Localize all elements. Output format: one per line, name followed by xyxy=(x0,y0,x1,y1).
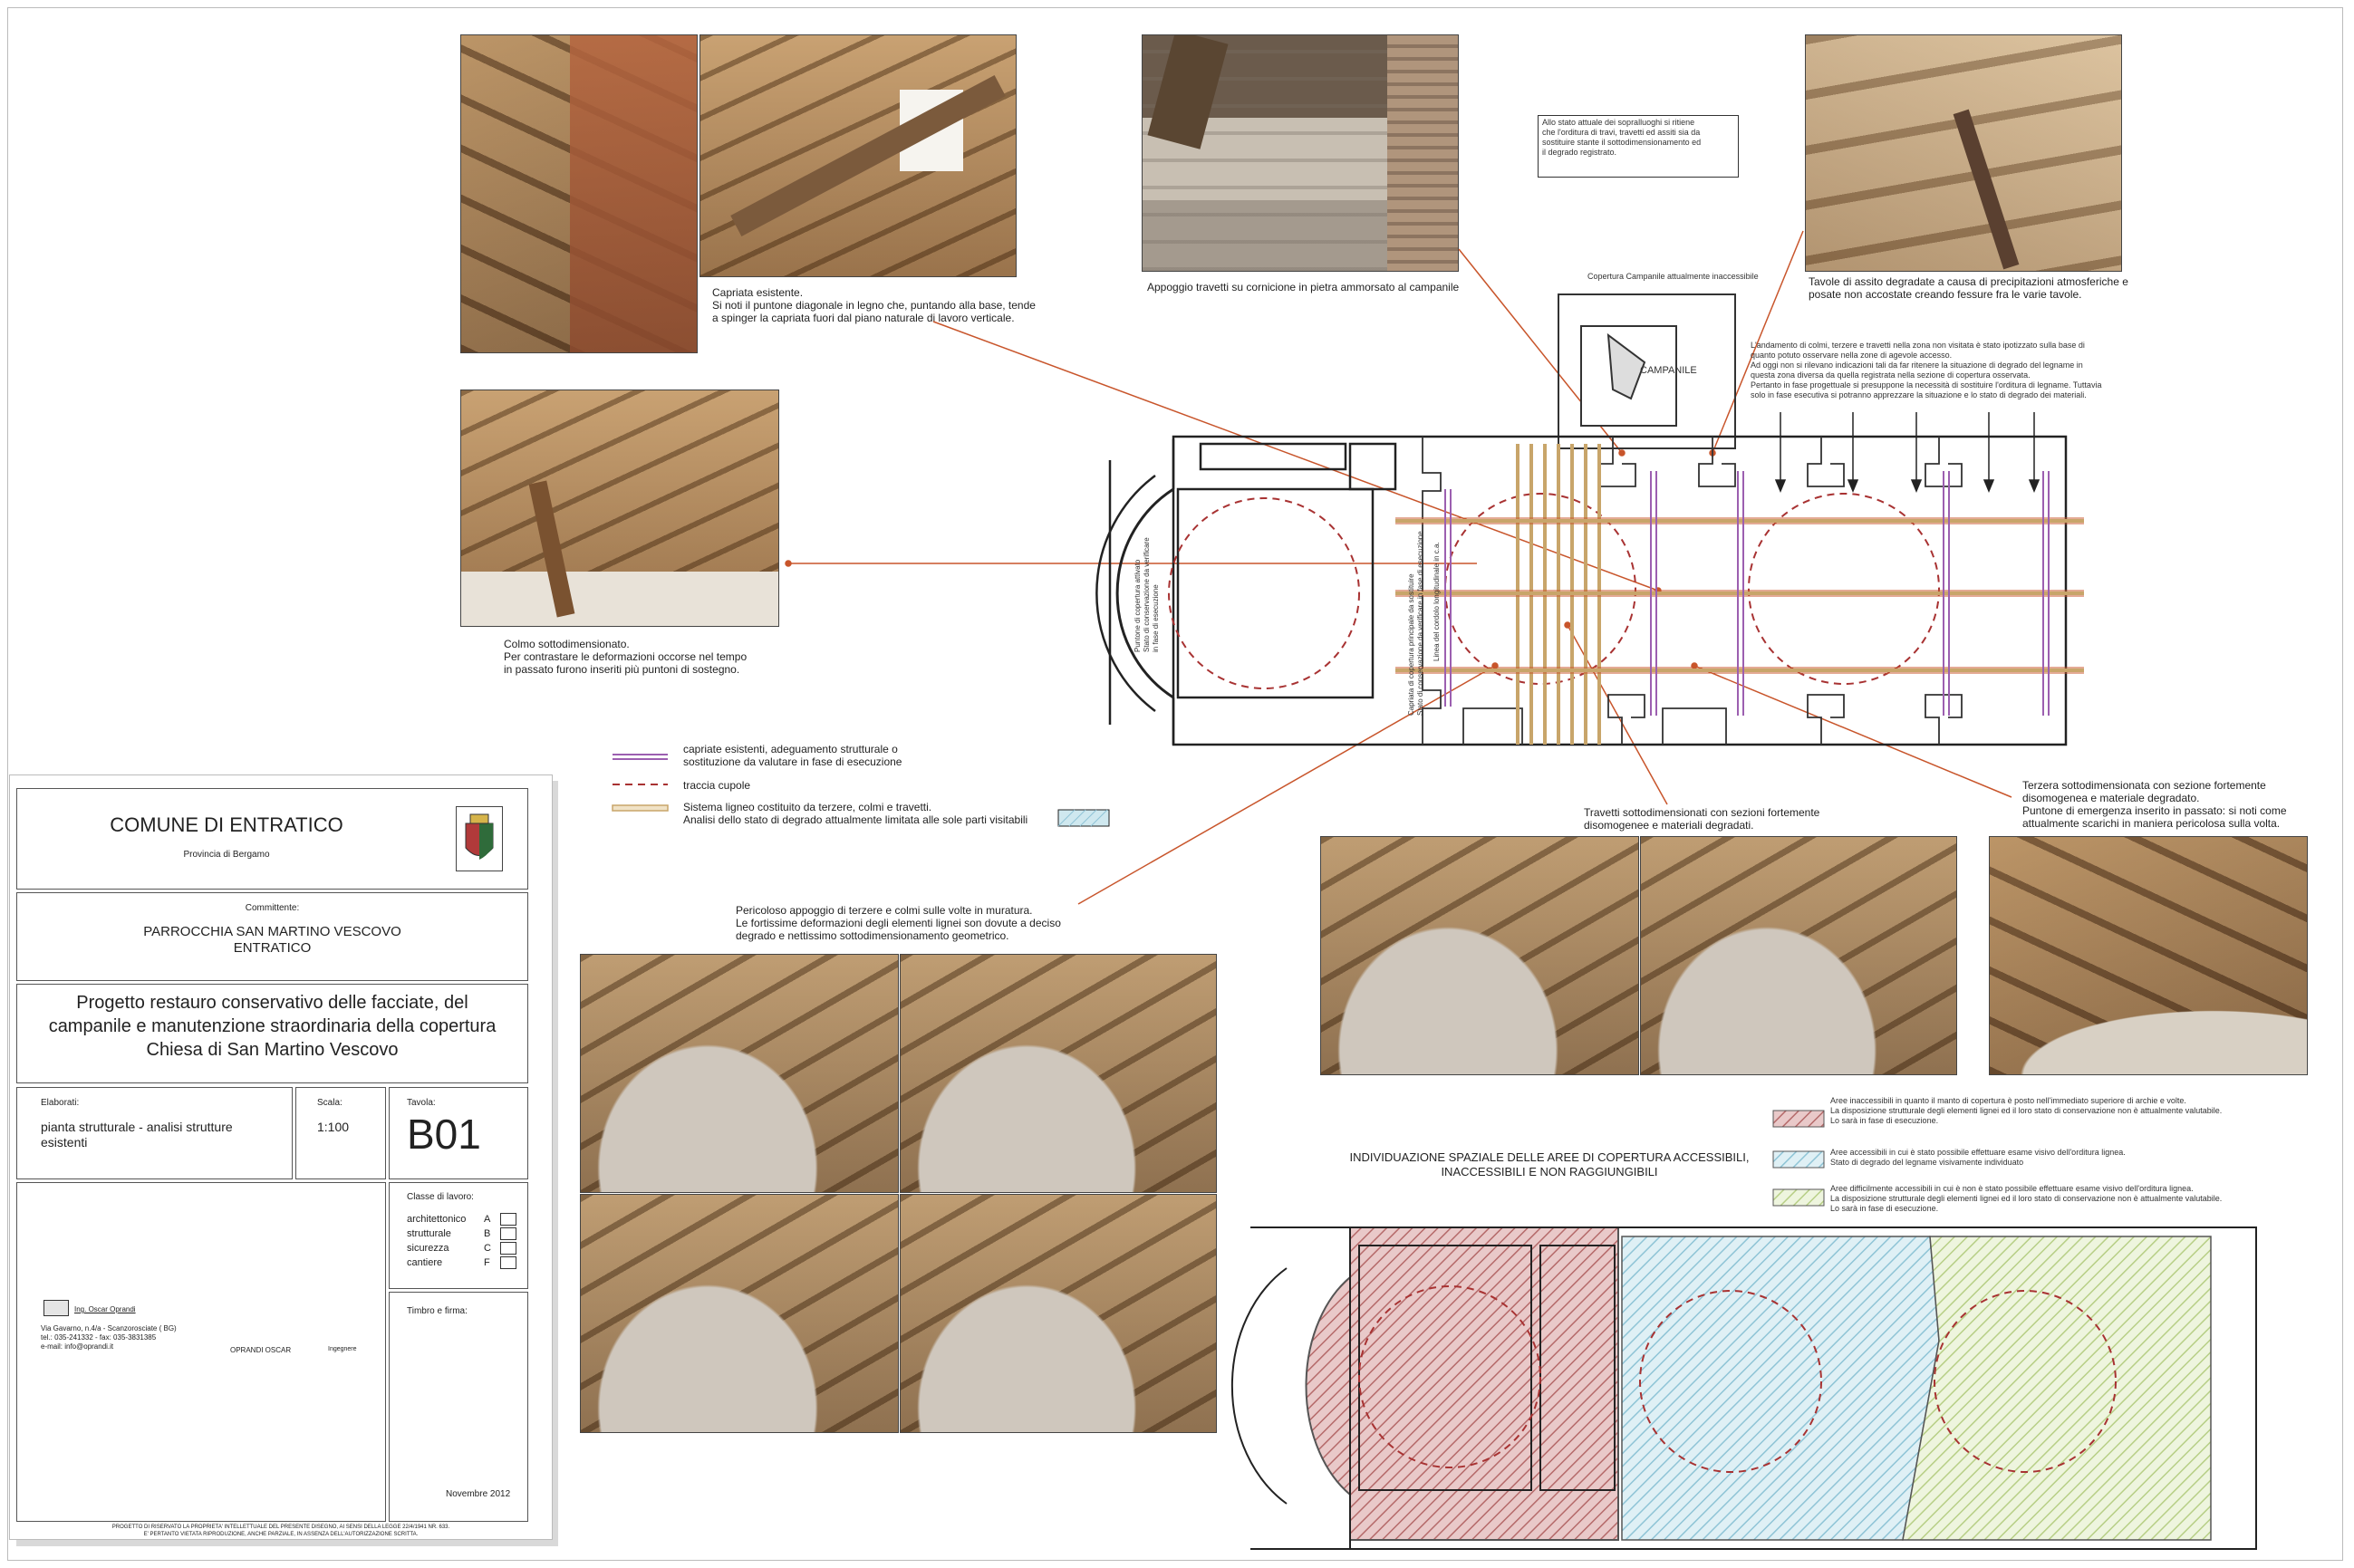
caption-terzera: Terzera sottodimensionata con sezione fo… xyxy=(2022,779,2287,830)
comune-crest xyxy=(456,806,503,871)
zone-red-text: Aree inaccessibili in quanto il manto di… xyxy=(1830,1096,2223,1125)
zone-swatch-green xyxy=(1772,1188,1825,1207)
tb-studio: Via Gavarno, n.4/a - Scanzorosciate ( BG… xyxy=(41,1324,177,1351)
tb-progetto: Progetto restauro conservativo delle fac… xyxy=(48,993,497,1060)
photo-terzera xyxy=(1989,836,2308,1075)
zone-blue-text: Aree accessibili in cui è stato possibil… xyxy=(1830,1148,2126,1167)
classe-row: cantiere F xyxy=(407,1255,525,1270)
tb-tavola-label: Tavola: xyxy=(407,1098,436,1108)
tb-committente-label: Committente: xyxy=(245,903,300,913)
photo-travetti-2 xyxy=(1640,836,1957,1075)
legend-capriate: capriate esistenti, adeguamento struttur… xyxy=(683,743,902,768)
tb-timbro-label: Timbro e firma: xyxy=(407,1306,468,1316)
zone-swatch-red xyxy=(1772,1110,1825,1128)
tb-scala-label: Scala: xyxy=(317,1098,342,1108)
photo-pericoloso-1 xyxy=(580,954,899,1193)
tb-scala: 1:100 xyxy=(317,1120,350,1134)
classe-checkbox xyxy=(500,1256,516,1269)
classe-row: sicurezza C xyxy=(407,1241,525,1255)
zone-plan xyxy=(1230,1227,2257,1550)
wooden-beams-outline xyxy=(1395,517,2084,674)
tb-qualifica: Ingegnere xyxy=(328,1346,357,1352)
classe-checkbox xyxy=(500,1242,516,1255)
label-copertura-campanile: Copertura Campanile attualmente inaccess… xyxy=(1587,272,1759,281)
wooden-beams xyxy=(1395,444,2084,745)
classe-checkbox xyxy=(500,1227,516,1240)
tb-ing-logo: Ing. Oscar Oprandi xyxy=(74,1305,136,1313)
legend-sistema: Sistema ligneo costituito da terzere, co… xyxy=(683,801,1028,826)
classe-row: architettonico A xyxy=(407,1212,525,1227)
classe-checkbox xyxy=(500,1213,516,1226)
photo-pericoloso-3 xyxy=(580,1194,899,1433)
legend-traccia: traccia cupole xyxy=(683,779,751,792)
label-campanile: CAMPANILE xyxy=(1640,365,1697,376)
tb-elaborati: pianta strutturale - analisi strutture e… xyxy=(41,1120,233,1150)
tb-firmatario: OPRANDI OSCAR xyxy=(230,1346,292,1354)
photo-pericoloso-4 xyxy=(900,1194,1217,1433)
caption-travetti: Travetti sottodimensionati con sezioni f… xyxy=(1584,806,1820,832)
tb-classe-label: Classe di lavoro: xyxy=(407,1192,474,1202)
tb-comune-box xyxy=(16,788,528,890)
load-arrows xyxy=(1774,412,2040,493)
studio-logo-icon xyxy=(43,1300,69,1316)
caption-pericoloso: Pericoloso appoggio di terzere e colmi s… xyxy=(736,904,1061,942)
classe-row: strutturale B xyxy=(407,1227,525,1241)
tb-tavola: B01 xyxy=(407,1111,481,1158)
zone-swatch-blue xyxy=(1772,1150,1825,1169)
label-linea-cordolo: Linea del cordolo longitudinale in c.a. xyxy=(1433,542,1441,661)
zone-green-text: Aree difficilmente accessibili in cui è … xyxy=(1830,1184,2223,1213)
zone-title: INDIVIDUAZIONE SPAZIALE DELLE AREE DI CO… xyxy=(1349,1150,1750,1178)
photo-pericoloso-2 xyxy=(900,954,1217,1193)
label-puntone-cop: Puntone di copertura attivatoStato di co… xyxy=(1134,537,1160,652)
crest-icon xyxy=(465,813,494,860)
tb-committente: PARROCCHIA SAN MARTINO VESCOVO ENTRATICO xyxy=(143,924,401,956)
tb-comune: COMUNE DI ENTRATICO xyxy=(110,813,343,836)
tb-timbro-box xyxy=(389,1292,528,1522)
note-andamento: L'andamento di colmi, terzere e travetti… xyxy=(1751,341,2102,399)
tb-copyright: PROGETTO DI RISERVATO LA PROPRIETA' INTE… xyxy=(111,1525,450,1537)
tb-elaborati-label: Elaborati: xyxy=(41,1098,80,1108)
tb-provincia: Provincia di Bergamo xyxy=(183,850,270,860)
label-capriata-stato: Capriata di copertura principale da sost… xyxy=(1407,531,1424,716)
legend-line-sistema xyxy=(612,804,669,812)
photo-travetti-1 xyxy=(1320,836,1639,1075)
tb-data: Novembre 2012 xyxy=(446,1489,511,1499)
tb-classi-list: architettonico A strutturale B sicurezza C … xyxy=(407,1212,525,1270)
